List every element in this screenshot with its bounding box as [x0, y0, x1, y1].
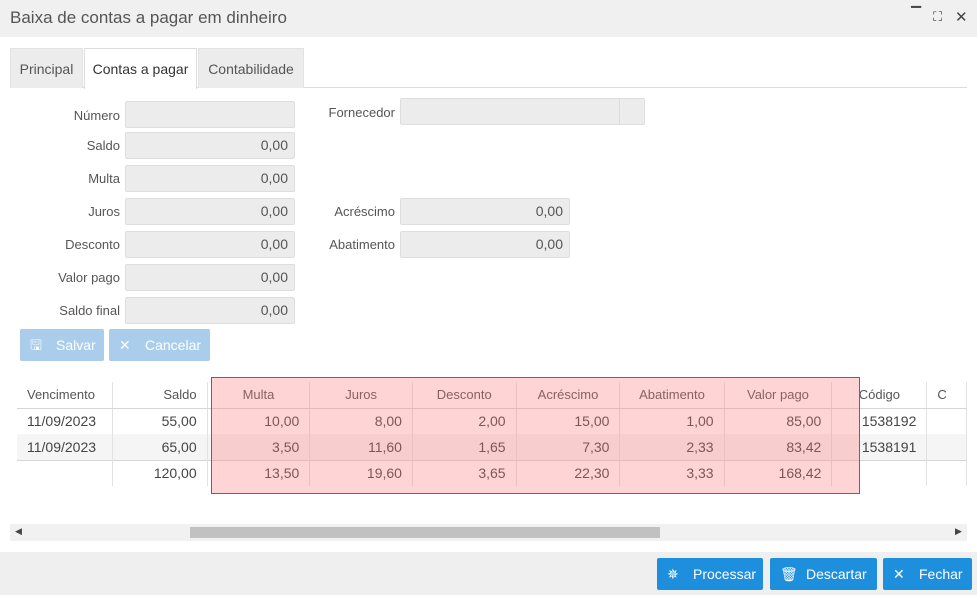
- acrescimo-field[interactable]: 0,00: [400, 198, 570, 225]
- multa-field[interactable]: 0,00: [125, 165, 295, 192]
- cell-c: [926, 408, 967, 434]
- window-titlebar: Baixa de contas a pagar em dinheiro ▔ ⛶ …: [0, 0, 977, 37]
- cell-abatimento: 1,00: [619, 408, 725, 434]
- cell-saldo: 55,00: [112, 408, 208, 434]
- cell-acrescimo: 7,30: [516, 434, 621, 460]
- close-button[interactable]: ✕ Fechar: [883, 558, 972, 590]
- total-abatimento: 3,33: [619, 459, 725, 486]
- multa-label: Multa: [88, 171, 120, 186]
- payments-grid: Vencimento Saldo Multa Juros Desconto Ac…: [10, 382, 967, 488]
- table-row[interactable]: 11/09/2023 65,00 3,50 11,60 1,65 7,30 2,…: [17, 434, 967, 460]
- totals-row: 120,00 13,50 19,60 3,65 22,30 3,33 168,4…: [17, 459, 967, 486]
- scrollbar-thumb[interactable]: [190, 527, 660, 538]
- column-header-juros[interactable]: Juros: [309, 382, 413, 409]
- minimize-icon[interactable]: ▔: [911, 6, 921, 22]
- grid-header-row: Vencimento Saldo Multa Juros Desconto Ac…: [17, 382, 967, 409]
- payments-table: Vencimento Saldo Multa Juros Desconto Ac…: [17, 382, 967, 486]
- column-header-desconto[interactable]: Desconto: [412, 382, 517, 409]
- dialog-footer: ✵ Processar 🗑 Descartar ✕ Fechar: [0, 552, 977, 595]
- cell-desconto: 2,00: [412, 408, 517, 434]
- cell-multa: 10,00: [207, 408, 311, 434]
- horizontal-scrollbar[interactable]: ◀ ▶: [10, 524, 967, 541]
- trash-icon: 🗑: [780, 566, 798, 582]
- saldo-final-field[interactable]: 0,00: [125, 297, 295, 324]
- juros-label: Juros: [88, 204, 120, 219]
- scroll-left-icon[interactable]: ◀: [15, 526, 22, 537]
- process-button[interactable]: ✵ Processar: [657, 558, 763, 590]
- scroll-right-icon[interactable]: ▶: [955, 526, 962, 537]
- total-desconto: 3,65: [412, 459, 517, 486]
- column-header-codigo[interactable]: Código: [831, 382, 928, 409]
- cell-vencimento: 11/09/2023: [17, 434, 114, 460]
- acrescimo-label: Acréscimo: [334, 204, 395, 219]
- cell-juros: 11,60: [309, 434, 413, 460]
- total-juros: 19,60: [309, 459, 413, 486]
- valor-pago-field[interactable]: 0,00: [125, 264, 295, 291]
- fornecedor-label: Fornecedor: [328, 105, 395, 120]
- total-codigo: [831, 459, 928, 486]
- cancel-button[interactable]: ✕ Cancelar: [109, 329, 210, 361]
- spinner-icon: ✵: [667, 566, 679, 582]
- abatimento-field[interactable]: 0,00: [400, 231, 570, 258]
- column-header-valor-pago[interactable]: Valor pago: [724, 382, 833, 409]
- column-header-vencimento[interactable]: Vencimento: [17, 382, 114, 409]
- cell-valor-pago: 83,42: [724, 434, 833, 460]
- maximize-icon[interactable]: ⛶: [933, 9, 942, 25]
- cell-codigo: 1538191: [831, 434, 928, 460]
- valor-pago-label: Valor pago: [58, 270, 120, 285]
- column-header-c[interactable]: C: [926, 382, 967, 409]
- cell-vencimento: 11/09/2023: [17, 408, 114, 434]
- discard-button[interactable]: 🗑 Descartar: [770, 558, 877, 590]
- cell-multa: 3,50: [207, 434, 311, 460]
- cell-acrescimo: 15,00: [516, 408, 621, 434]
- process-button-label: Processar: [693, 566, 757, 582]
- saldo-label: Saldo: [86, 138, 120, 153]
- table-row[interactable]: 11/09/2023 55,00 10,00 8,00 2,00 15,00 1…: [17, 408, 967, 434]
- cancel-button-label: Cancelar: [145, 337, 202, 353]
- cell-juros: 8,00: [309, 408, 413, 434]
- save-button-label: Salvar: [56, 337, 96, 353]
- window-title: Baixa de contas a pagar em dinheiro: [10, 8, 287, 27]
- column-header-multa[interactable]: Multa: [207, 382, 311, 409]
- cell-codigo: 1538192: [831, 408, 928, 434]
- close-icon: ✕: [893, 566, 905, 582]
- abatimento-label: Abatimento: [329, 237, 395, 252]
- tab-bar: Principal Contas a pagar Contabilidade: [10, 48, 967, 89]
- total-c: [926, 459, 967, 486]
- total-multa: 13,50: [207, 459, 311, 486]
- fornecedor-field[interactable]: [400, 98, 645, 125]
- tab-contas-a-pagar[interactable]: Contas a pagar: [84, 48, 197, 89]
- tab-principal[interactable]: Principal: [10, 48, 83, 88]
- close-button-label: Fechar: [919, 566, 963, 582]
- fornecedor-field-divider: [619, 99, 620, 124]
- desconto-field[interactable]: 0,00: [125, 231, 295, 258]
- numero-field[interactable]: [125, 101, 295, 128]
- column-header-acrescimo[interactable]: Acréscimo: [516, 382, 621, 409]
- close-icon: ✕: [119, 337, 131, 353]
- column-header-saldo[interactable]: Saldo: [112, 382, 208, 409]
- cell-saldo: 65,00: [112, 434, 208, 460]
- total-saldo: 120,00: [112, 459, 208, 486]
- close-icon[interactable]: ✕: [955, 8, 968, 26]
- juros-field[interactable]: 0,00: [125, 198, 295, 225]
- tab-contabilidade[interactable]: Contabilidade: [198, 48, 304, 88]
- cell-valor-pago: 85,00: [724, 408, 833, 434]
- total-valor-pago: 168,42: [724, 459, 833, 486]
- save-button[interactable]: 🖫 Salvar: [20, 329, 104, 361]
- discard-button-label: Descartar: [806, 566, 867, 582]
- total-vencimento: [17, 459, 114, 486]
- cell-desconto: 1,65: [412, 434, 517, 460]
- save-icon: 🖫: [30, 337, 42, 353]
- total-acrescimo: 22,30: [516, 459, 621, 486]
- saldo-final-label: Saldo final: [59, 303, 120, 318]
- column-header-abatimento[interactable]: Abatimento: [619, 382, 725, 409]
- cell-abatimento: 2,33: [619, 434, 725, 460]
- cell-c: [926, 434, 967, 460]
- desconto-label: Desconto: [65, 237, 120, 252]
- saldo-field[interactable]: 0,00: [125, 132, 295, 159]
- numero-label: Número: [73, 108, 120, 123]
